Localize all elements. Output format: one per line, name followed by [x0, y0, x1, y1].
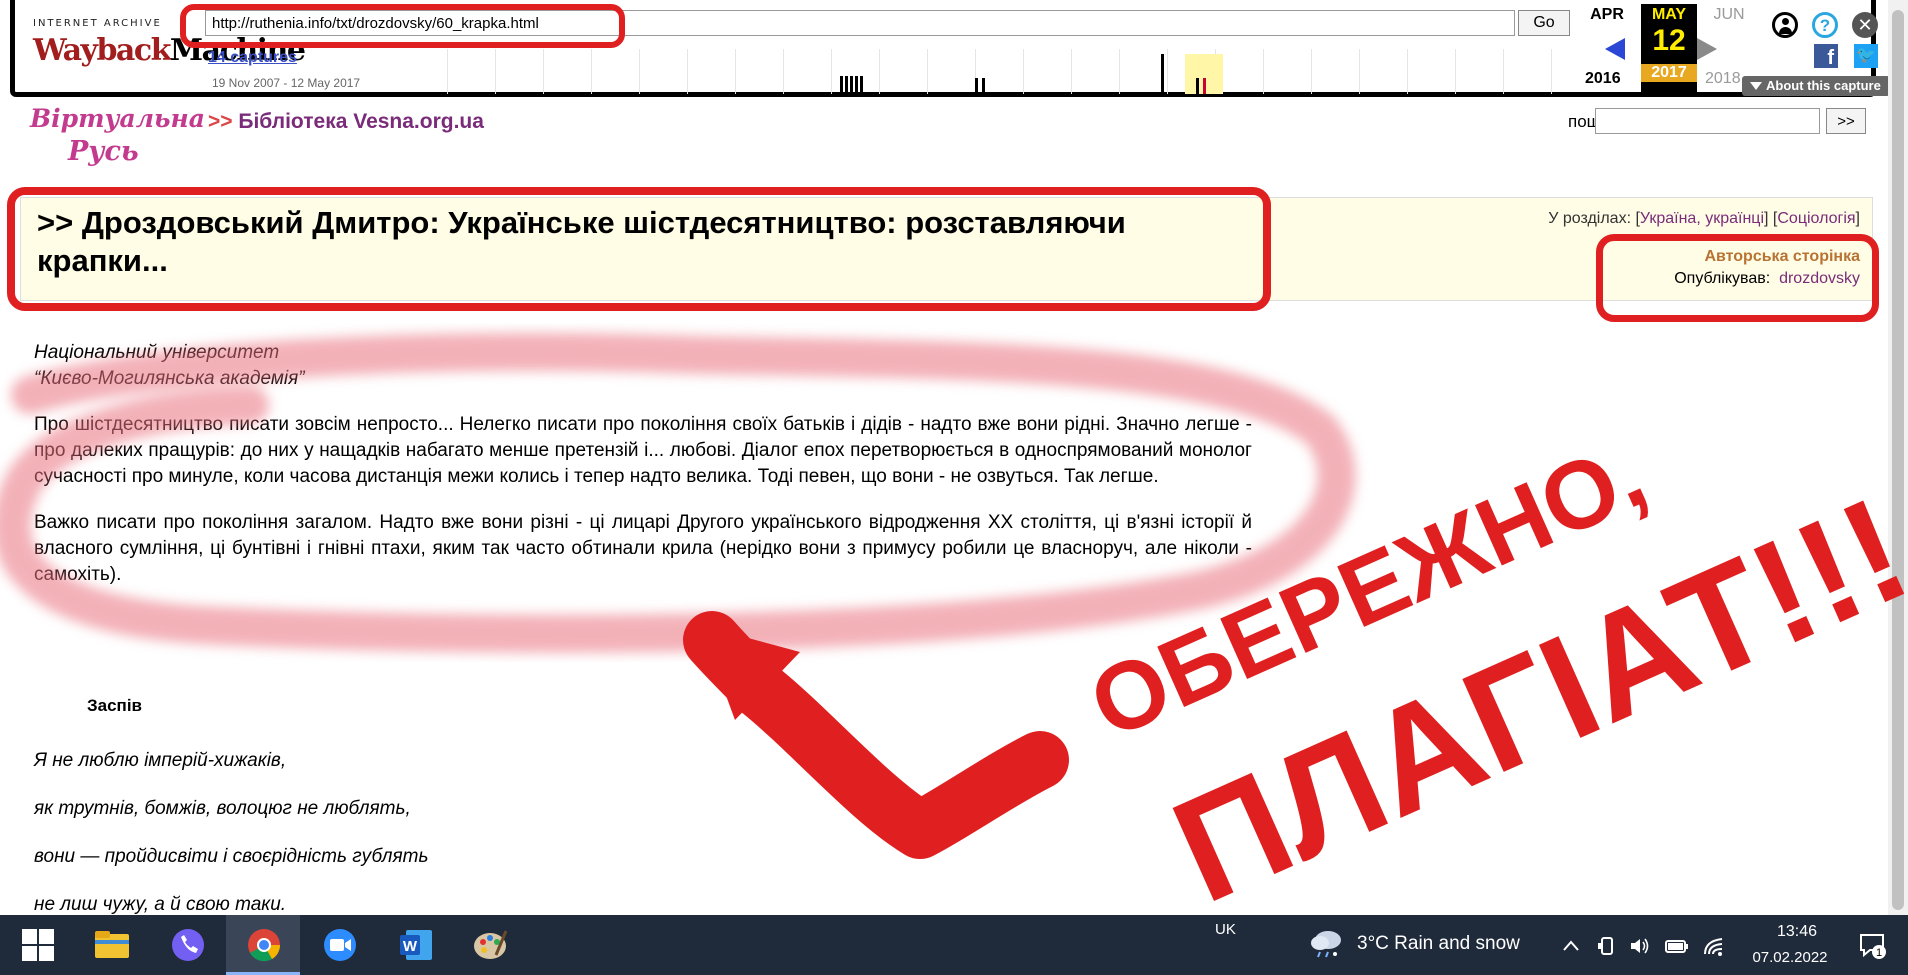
cal-prev-month[interactable]: APR: [1579, 4, 1635, 24]
zoom-icon[interactable]: [320, 925, 360, 965]
annotation-text-plagiarism: ПЛАГІАТ!!!: [1151, 466, 1908, 915]
annotation-outline-url: [180, 4, 625, 48]
language-indicator[interactable]: UK: [1215, 921, 1236, 938]
annotation-arrow-shaft: [683, 611, 1069, 859]
sparkline-bar: [1161, 54, 1164, 94]
sections: У розділах: [Україна, українці] [Соціоло…: [1548, 210, 1860, 227]
poem-line: як трутнів, бомжів, волоцюг не люблять,: [34, 798, 411, 819]
file-explorer-icon[interactable]: [92, 925, 132, 965]
facebook-icon[interactable]: f: [1814, 44, 1838, 69]
twitter-icon[interactable]: 🐦: [1854, 44, 1878, 68]
chevron-up-icon[interactable]: [1560, 935, 1582, 957]
volume-icon[interactable]: [1628, 935, 1652, 957]
device-icon[interactable]: [1596, 935, 1618, 957]
wifi-icon[interactable]: [1702, 935, 1726, 957]
help-icon[interactable]: ?: [1812, 12, 1838, 38]
battery-icon[interactable]: [1664, 935, 1690, 957]
clock-time[interactable]: 13:46: [1752, 923, 1842, 941]
university: Національний університет “Києво-Могилянс…: [34, 342, 305, 389]
paint-icon[interactable]: [470, 925, 510, 965]
notifications-icon[interactable]: 1: [1858, 931, 1886, 959]
cal-current: MAY 12 2017: [1641, 4, 1697, 92]
next-capture-arrow-icon[interactable]: [1697, 38, 1717, 60]
scrollbar-thumb[interactable]: [1892, 10, 1904, 910]
user-icon[interactable]: [1772, 12, 1798, 38]
search-button[interactable]: >>: [1826, 108, 1866, 134]
sparkline-bar: [840, 76, 843, 94]
paragraph: Про шістдесятництво писати зовсім непрос…: [34, 414, 1252, 487]
viber-icon[interactable]: [168, 925, 208, 965]
cal-cur-year: 2017: [1641, 64, 1697, 82]
chrome-icon[interactable]: [244, 925, 284, 965]
sparkline-bar: [855, 76, 858, 94]
word-icon[interactable]: W: [396, 925, 436, 965]
annotation-outline-title: [7, 187, 1271, 311]
svg-text:W: W: [403, 938, 418, 955]
library-link[interactable]: >> Бібліотека Vesna.org.ua: [208, 110, 484, 134]
cal-next-year[interactable]: 2018: [1705, 70, 1741, 88]
sparkline-bar: [845, 76, 848, 94]
search-input[interactable]: [1595, 108, 1820, 134]
windows-taskbar: W UK 3°C Rain and snow 13:46 07.02.2022 …: [0, 915, 1908, 975]
windows-start-icon[interactable]: [18, 925, 58, 965]
notifications-count: 1: [1876, 947, 1882, 959]
section-link-sociology[interactable]: Соціологія: [1777, 210, 1855, 227]
logo-internet-archive: INTERNET ARCHIVE: [33, 18, 162, 29]
about-capture-button[interactable]: About this capture: [1742, 76, 1890, 96]
sparkline-bar-current: [1203, 78, 1206, 94]
poem-line: Я не люблю імперій-хижаків,: [34, 750, 287, 771]
cal-next-month[interactable]: JUN: [1701, 4, 1757, 24]
sparkline-bar: [860, 76, 863, 94]
poem-line: не лиш чужу, а й свою таки.: [34, 894, 287, 915]
poem-title: Заспів: [87, 696, 143, 715]
paragraph: Важко писати про покоління загалом. Надт…: [34, 512, 1252, 585]
cal-day: 12: [1652, 24, 1686, 57]
weather-text[interactable]: 3°C Rain and snow: [1305, 933, 1520, 955]
sparkline-bar: [1196, 78, 1199, 94]
page-scrollbar[interactable]: [1888, 0, 1908, 915]
go-button[interactable]: Go: [1518, 10, 1570, 36]
sparkline-bar: [975, 78, 978, 94]
annotation-outline-author: [1596, 234, 1879, 322]
sparkline-bar: [850, 76, 853, 94]
capture-sparkline[interactable]: [400, 49, 1585, 94]
poem-line: вони — пройдисвіти і своєрідність гублят…: [34, 846, 429, 867]
prev-capture-arrow-icon[interactable]: [1605, 38, 1625, 60]
wayback-logo[interactable]: INTERNET ARCHIVE WaybackMachine: [33, 14, 306, 76]
close-icon[interactable]: ✕: [1852, 12, 1878, 38]
clock-date[interactable]: 07.02.2022: [1740, 949, 1840, 966]
captures-link[interactable]: 14 captures: [208, 49, 297, 67]
annotation-arrow-head: [700, 625, 800, 720]
article-body: Національний університет “Києво-Могилянс…: [34, 340, 1252, 588]
cal-prev-year[interactable]: 2016: [1585, 70, 1621, 88]
capture-range: 19 Nov 2007 - 12 May 2017: [212, 76, 361, 90]
site-logo[interactable]: Віртуальна Русь: [28, 104, 205, 174]
sparkline-bar: [982, 78, 985, 94]
section-link-ukraine[interactable]: Україна, українці: [1640, 210, 1764, 227]
site-logo-line2: Русь: [68, 136, 139, 167]
site-logo-line1: Віртуальна: [30, 104, 205, 133]
